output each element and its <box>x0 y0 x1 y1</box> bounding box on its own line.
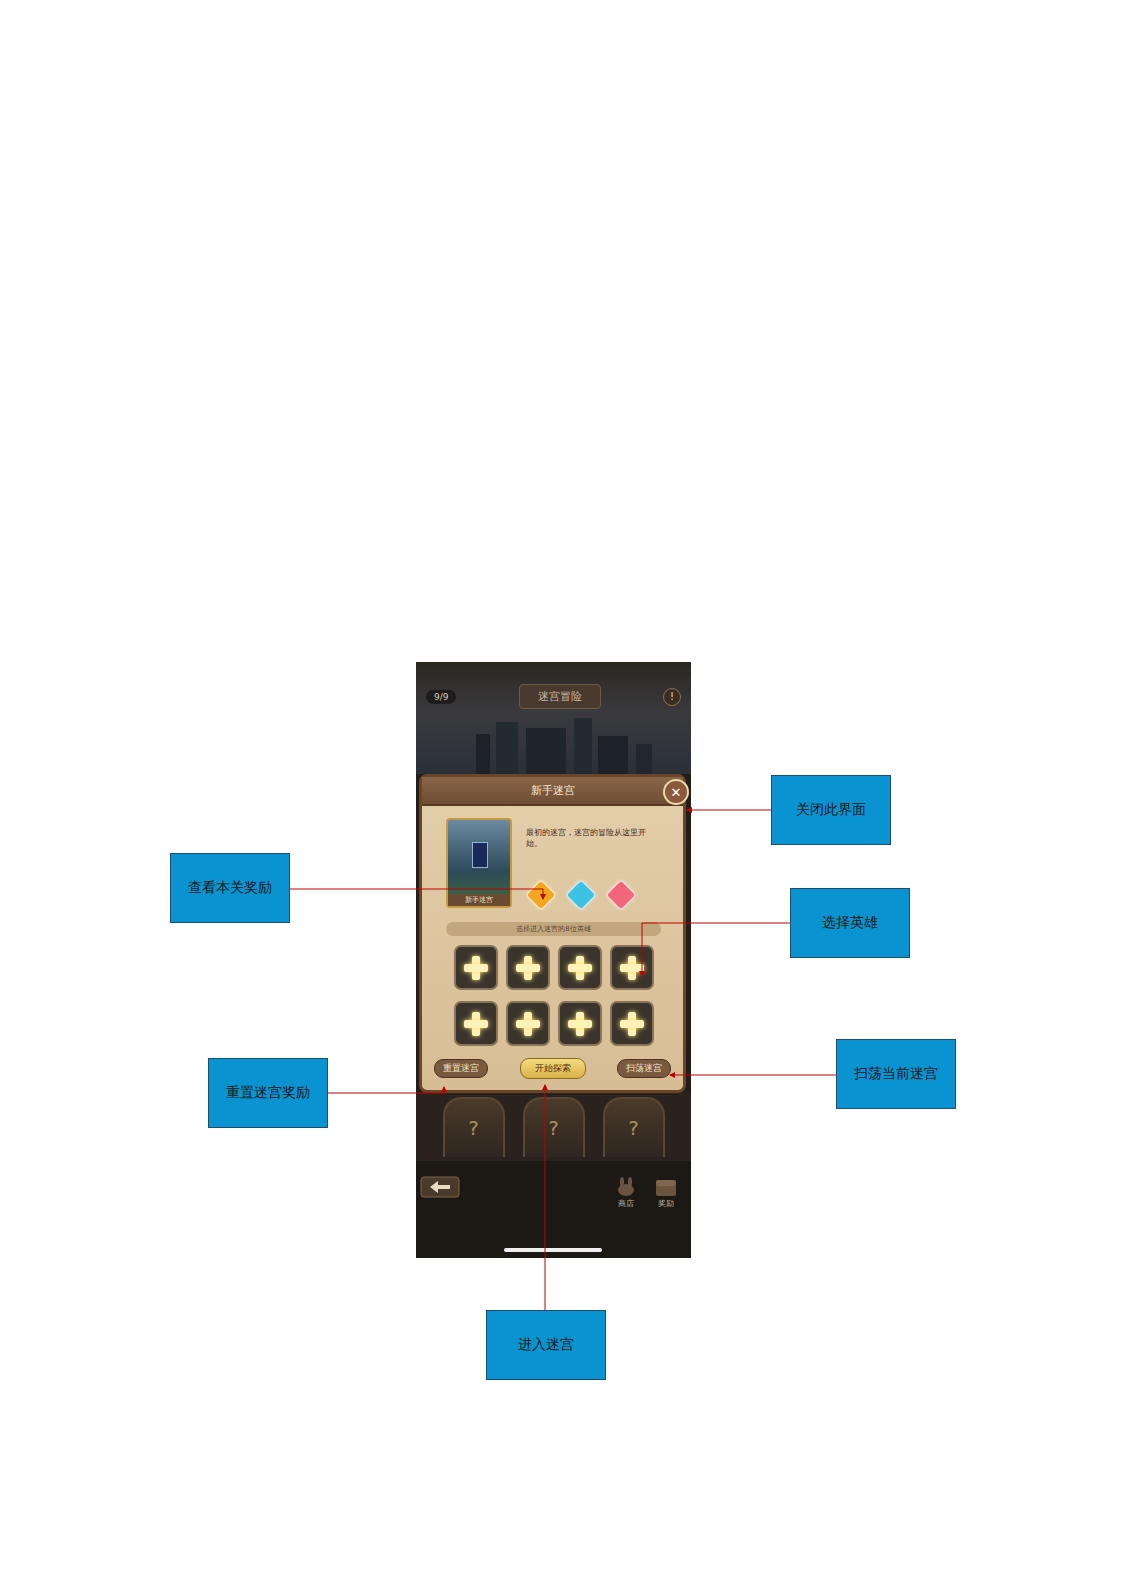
nav-label: 商店 <box>618 1198 634 1209</box>
progress-counter: 9/9 <box>426 690 456 704</box>
dialog-body: 新手迷宫 最初的迷宫，迷宫的冒险从这里开始。选择进入迷宫的8位英雄重置迷宫 开始探索… <box>422 806 683 1079</box>
plus-icon <box>464 956 488 980</box>
plus-icon <box>568 956 592 980</box>
screen-title: 迷宫冒险 <box>519 684 601 709</box>
hero-slot-grid <box>446 945 661 1046</box>
door-icon <box>472 842 488 868</box>
annotation-box: 重置迷宫奖励 <box>208 1058 328 1128</box>
plus-icon <box>464 1012 488 1036</box>
shop-rabbit-icon <box>613 1177 639 1197</box>
maze-card: 新手迷宫 <box>446 818 512 908</box>
annotation-box: 扫荡当前迷宫 <box>836 1039 956 1109</box>
locked-doors: ??? <box>416 1093 691 1161</box>
hero-slot[interactable] <box>454 945 498 990</box>
dialog-header: 新手迷宫 <box>422 777 683 806</box>
hero-slot[interactable] <box>610 1001 654 1046</box>
hero-prompt-bar: 选择进入迷宫的8位英雄 <box>446 922 661 936</box>
plus-icon <box>516 956 540 980</box>
castle-background <box>416 714 691 774</box>
action-button[interactable]: 重置迷宫 <box>434 1059 488 1078</box>
nav-item[interactable]: 奖励 <box>653 1177 679 1209</box>
hero-slot[interactable] <box>506 945 550 990</box>
top-bar: 9/9 迷宫冒险! <box>416 662 691 774</box>
annotation-box: 进入迷宫 <box>486 1310 606 1380</box>
reward-gem-icon[interactable] <box>525 879 556 910</box>
reward-gem-icon[interactable] <box>605 879 636 910</box>
button-row: 重置迷宫 开始探索 扫荡迷宫 <box>434 1058 671 1079</box>
annotation-box: 选择英雄 <box>790 888 910 958</box>
top-bar-row: 9/9 迷宫冒险! <box>416 662 691 709</box>
maze-details: 最初的迷宫，迷宫的冒险从这里开始。 <box>526 818 661 908</box>
hero-prompt: 选择进入迷宫的8位英雄 <box>516 924 590 934</box>
maze-description: 最初的迷宫，迷宫的冒险从这里开始。 <box>526 828 654 850</box>
annotation-box: 关闭此界面 <box>771 775 891 845</box>
reward-list <box>526 884 661 906</box>
info-button[interactable]: ! <box>663 688 681 706</box>
locked-door[interactable]: ? <box>443 1097 505 1157</box>
bottom-bar: 商店 奖励 <box>416 1161 691 1258</box>
nav-label: 奖励 <box>658 1198 674 1209</box>
annotation-box: 查看本关奖励 <box>170 853 290 923</box>
hero-slot[interactable] <box>454 1001 498 1046</box>
hero-slot[interactable] <box>558 1001 602 1046</box>
game-screenshot: 9/9迷宫冒险!新手迷宫✕新手迷宫最初的迷宫，迷宫的冒险从这里开始。选择进入迷宫… <box>416 662 691 1258</box>
reward-chest-icon <box>653 1177 679 1197</box>
back-button[interactable] <box>420 1175 460 1203</box>
close-button[interactable]: ✕ <box>663 779 689 805</box>
maze-info-row: 新手迷宫 最初的迷宫，迷宫的冒险从这里开始。 <box>446 818 661 908</box>
action-button[interactable]: 开始探索 <box>520 1058 586 1079</box>
connector-lines <box>0 0 1123 1587</box>
reward-gem-icon[interactable] <box>565 879 596 910</box>
locked-door[interactable]: ? <box>523 1097 585 1157</box>
back-arrow-icon <box>420 1175 460 1199</box>
hero-slot[interactable] <box>506 1001 550 1046</box>
hero-slot[interactable] <box>558 945 602 990</box>
hero-slot[interactable] <box>610 945 654 990</box>
plus-icon <box>516 1012 540 1036</box>
maze-dialog: 新手迷宫✕新手迷宫最初的迷宫，迷宫的冒险从这里开始。选择进入迷宫的8位英雄重置迷… <box>419 774 686 1093</box>
plus-icon <box>620 1012 644 1036</box>
plus-icon <box>620 956 644 980</box>
action-button[interactable]: 扫荡迷宫 <box>617 1059 671 1078</box>
bottom-nav: 商店 奖励 <box>613 1175 679 1209</box>
home-indicator <box>504 1248 602 1252</box>
dialog-title: 新手迷宫 <box>531 783 575 798</box>
nav-item[interactable]: 商店 <box>613 1177 639 1209</box>
locked-door[interactable]: ? <box>603 1097 665 1157</box>
plus-icon <box>568 1012 592 1036</box>
maze-card-label: 新手迷宫 <box>448 894 510 906</box>
